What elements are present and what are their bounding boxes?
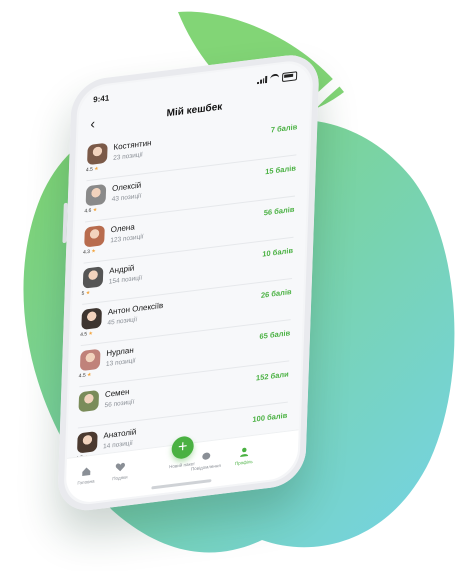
tab-label: Профіль bbox=[234, 458, 253, 467]
phone-side-button bbox=[62, 202, 68, 244]
avatar bbox=[87, 142, 108, 166]
tab-heart[interactable]: Подяки bbox=[100, 460, 141, 483]
rating-badge: 4.5 ★ bbox=[80, 330, 94, 339]
rating-badge: 4.5 ★ bbox=[85, 165, 99, 174]
star-icon: ★ bbox=[86, 371, 92, 379]
phone-mockup: 9:41 ‹ Мій кешбек 4.5 ★ Костянтин 23 позиц… bbox=[56, 45, 372, 515]
user-icon bbox=[240, 447, 249, 457]
contact-name: Нурлан bbox=[106, 345, 134, 358]
wifi-icon bbox=[269, 73, 280, 84]
points-value: 100 балів bbox=[252, 410, 288, 424]
avatar bbox=[85, 183, 107, 207]
phone-frame: 9:41 ‹ Мій кешбек 4.5 ★ Костянтин 23 позиц… bbox=[56, 51, 320, 515]
avatar bbox=[81, 307, 102, 331]
rating-badge: 4.3 ★ bbox=[82, 248, 96, 256]
contact-positions: 56 позиції bbox=[104, 398, 135, 410]
contact-positions: 23 позиції bbox=[113, 151, 143, 162]
points-value: 10 балів bbox=[262, 245, 294, 259]
points-value: 26 балів bbox=[260, 287, 292, 300]
tab-label: Повідомлення bbox=[190, 462, 221, 472]
star-icon: ★ bbox=[94, 165, 99, 173]
contact-name: Костянтин bbox=[113, 138, 152, 152]
star-icon: ★ bbox=[85, 289, 91, 297]
signal-icon bbox=[257, 75, 268, 85]
points-value: 65 балів bbox=[259, 328, 291, 342]
avatar bbox=[79, 348, 101, 372]
tab-chat[interactable]: Повідомлення bbox=[186, 449, 227, 472]
contact-positions: 13 позиції bbox=[105, 357, 136, 368]
contact-name: Андрій bbox=[109, 263, 135, 276]
home-icon bbox=[82, 467, 91, 476]
avatar bbox=[77, 431, 98, 454]
points-value: 152 бали bbox=[255, 369, 289, 383]
status-icons bbox=[257, 71, 298, 85]
contact-positions: 43 позиції bbox=[111, 192, 142, 204]
heart-icon bbox=[115, 462, 125, 472]
contact-name: Анатолій bbox=[103, 427, 137, 441]
avatar bbox=[78, 389, 100, 413]
chat-icon bbox=[202, 452, 211, 460]
points-value: 15 балів bbox=[265, 163, 297, 177]
avatar bbox=[84, 225, 105, 248]
status-time: 9:41 bbox=[93, 93, 110, 105]
contact-list: 4.5 ★ Костянтин 23 позиції 7 балів 4.6 ★ Олек… bbox=[76, 114, 298, 470]
battery-icon bbox=[281, 71, 298, 83]
points-value: 7 балів bbox=[270, 122, 298, 135]
contact-name: Олена bbox=[110, 222, 135, 235]
tab-user[interactable]: Профіль bbox=[224, 444, 265, 467]
contact-positions: 154 позиції bbox=[108, 274, 143, 286]
rating-badge: 5 ★ bbox=[81, 289, 91, 297]
rating-badge: 4.6 ★ bbox=[84, 206, 98, 215]
contact-positions: 123 позиції bbox=[110, 233, 144, 245]
star-icon: ★ bbox=[91, 248, 96, 255]
rating-badge: 4.5 ★ bbox=[78, 371, 92, 380]
points-value: 56 балів bbox=[263, 204, 295, 218]
tab-label: Головна bbox=[77, 478, 95, 486]
star-icon: ★ bbox=[88, 330, 94, 338]
contact-positions: 45 позиції bbox=[107, 316, 138, 327]
star-icon: ★ bbox=[92, 206, 98, 214]
contact-name: Антон Олексіїв bbox=[107, 300, 164, 317]
tab-label: Подяки bbox=[112, 474, 128, 482]
contact-name: Семен bbox=[104, 387, 130, 400]
contact-positions: 14 позиції bbox=[102, 439, 133, 451]
phone-screen: 9:41 ‹ Мій кешбек 4.5 ★ Костянтин 23 позиц… bbox=[65, 60, 312, 506]
contact-name: Олексій bbox=[111, 180, 142, 194]
home-indicator bbox=[151, 479, 212, 490]
avatar bbox=[82, 266, 104, 289]
